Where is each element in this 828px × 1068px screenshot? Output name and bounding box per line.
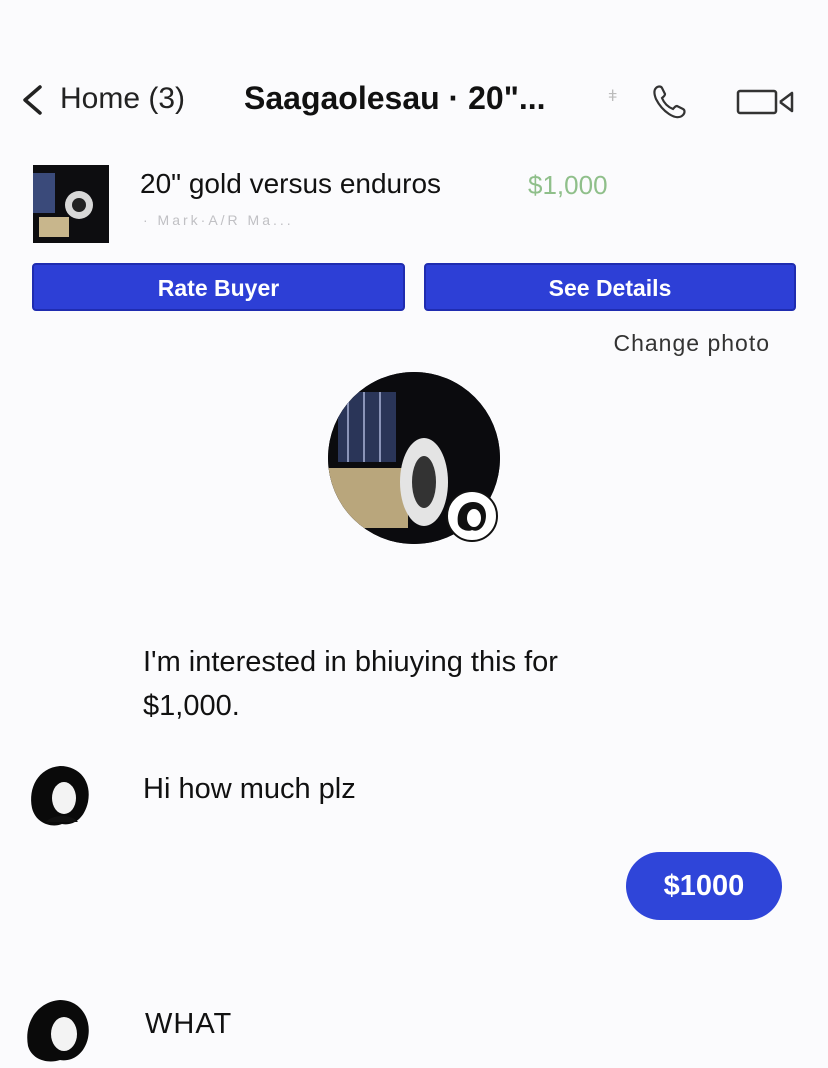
top-nav-bar: Home (3) Saagaolesau · 20"... ǂ	[0, 70, 828, 130]
video-camera-icon[interactable]	[734, 88, 800, 116]
sender-avatar-icon[interactable]	[22, 758, 100, 836]
message-text: Hi how much plz	[143, 773, 356, 805]
message-text: $1,000.	[143, 690, 240, 722]
back-button[interactable]: Home (3)	[60, 82, 185, 116]
sender-avatar-icon[interactable]	[20, 990, 98, 1068]
message-text: WHAT	[145, 1008, 233, 1040]
separator-dot: ǂ	[608, 88, 618, 105]
sent-message-bubble: $1000	[626, 852, 782, 920]
listing-price: $1,000	[528, 170, 608, 200]
change-photo-link[interactable]: Change photo	[613, 330, 770, 357]
listing-title[interactable]: 20" gold versus enduros	[140, 168, 441, 200]
listing-subtitle: · Mark·A/R Ma...	[143, 212, 294, 228]
profile-badge-icon	[446, 490, 498, 542]
listing-thumbnail[interactable]	[33, 165, 109, 243]
conversation-title[interactable]: Saagaolesau · 20"...	[244, 80, 546, 117]
see-details-button[interactable]: See Details	[424, 263, 796, 311]
phone-icon[interactable]	[652, 84, 692, 120]
rate-buyer-button[interactable]: Rate Buyer	[32, 263, 405, 311]
message-text: I'm interested in bhiuying this for	[143, 646, 558, 678]
chevron-left-icon[interactable]	[18, 84, 46, 116]
